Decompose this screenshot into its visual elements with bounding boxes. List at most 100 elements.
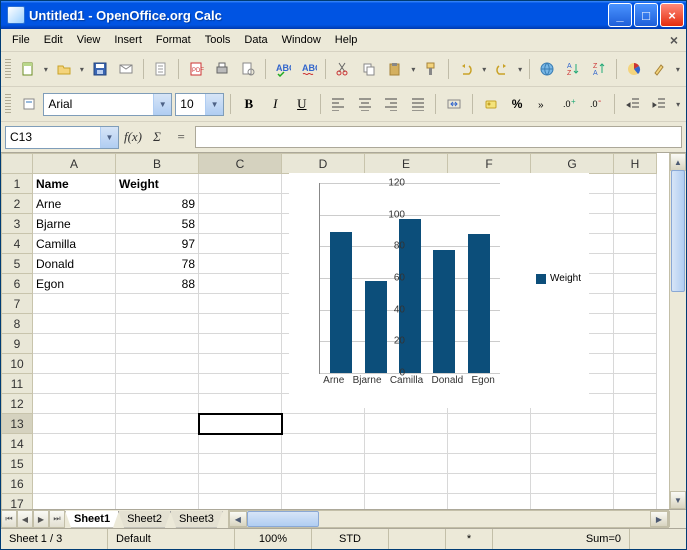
- increase-indent-button[interactable]: [648, 92, 671, 116]
- row-header-7[interactable]: 7: [2, 294, 33, 314]
- scroll-thumb-v[interactable]: [671, 170, 685, 292]
- cell[interactable]: [282, 454, 365, 474]
- cell[interactable]: [614, 394, 657, 414]
- row-header-5[interactable]: 5: [2, 254, 33, 274]
- row-header-2[interactable]: 2: [2, 194, 33, 214]
- cell[interactable]: [531, 454, 614, 474]
- cell[interactable]: [116, 314, 199, 334]
- more-dropdown[interactable]: ▾: [674, 65, 682, 74]
- row-header-8[interactable]: 8: [2, 314, 33, 334]
- italic-button[interactable]: I: [264, 92, 287, 116]
- cell[interactable]: [614, 374, 657, 394]
- function-wizard-button[interactable]: f(x): [123, 127, 143, 147]
- cell[interactable]: [116, 454, 199, 474]
- cell[interactable]: [199, 474, 282, 494]
- cell[interactable]: [116, 434, 199, 454]
- sort-asc-button[interactable]: AZ: [561, 57, 585, 81]
- currency-button[interactable]: [479, 92, 502, 116]
- cell[interactable]: [199, 254, 282, 274]
- cell[interactable]: 58: [116, 214, 199, 234]
- tab-sheet2[interactable]: Sheet2: [118, 511, 171, 528]
- col-header-B[interactable]: B: [116, 154, 199, 174]
- row-header-13[interactable]: 13: [2, 414, 33, 434]
- cell[interactable]: [199, 214, 282, 234]
- cell[interactable]: Weight: [116, 174, 199, 194]
- cell[interactable]: [199, 434, 282, 454]
- cell[interactable]: [199, 274, 282, 294]
- cell[interactable]: 78: [116, 254, 199, 274]
- toolbar-grip[interactable]: [5, 59, 11, 79]
- save-button[interactable]: [88, 57, 112, 81]
- font-name-combo[interactable]: Arial▼: [43, 93, 172, 116]
- cell[interactable]: [33, 374, 116, 394]
- cell[interactable]: [531, 434, 614, 454]
- cell[interactable]: [365, 474, 448, 494]
- name-box[interactable]: C13▼: [5, 126, 119, 149]
- cell[interactable]: [33, 354, 116, 374]
- cell[interactable]: Egon: [33, 274, 116, 294]
- cell[interactable]: [282, 434, 365, 454]
- cell[interactable]: [448, 474, 531, 494]
- menu-edit[interactable]: Edit: [37, 32, 70, 48]
- select-all-corner[interactable]: [2, 154, 33, 174]
- cell[interactable]: [614, 334, 657, 354]
- align-right-button[interactable]: [379, 92, 402, 116]
- cell[interactable]: [199, 314, 282, 334]
- cell[interactable]: 97: [116, 234, 199, 254]
- align-justify-button[interactable]: [406, 92, 429, 116]
- print-button[interactable]: [210, 57, 234, 81]
- bold-button[interactable]: B: [237, 92, 260, 116]
- row-header-14[interactable]: 14: [2, 434, 33, 454]
- cell[interactable]: [33, 334, 116, 354]
- open-dropdown[interactable]: ▾: [78, 65, 86, 74]
- cell[interactable]: Arne: [33, 194, 116, 214]
- menu-insert[interactable]: Insert: [107, 32, 149, 48]
- cell[interactable]: [614, 194, 657, 214]
- cell[interactable]: 88: [116, 274, 199, 294]
- cell[interactable]: [365, 414, 448, 434]
- cell[interactable]: [199, 354, 282, 374]
- menu-format[interactable]: Format: [149, 32, 198, 48]
- row-header-10[interactable]: 10: [2, 354, 33, 374]
- cell[interactable]: [531, 494, 614, 510]
- col-header-E[interactable]: E: [365, 154, 448, 174]
- autospell-button[interactable]: ABC: [297, 57, 321, 81]
- row-header-9[interactable]: 9: [2, 334, 33, 354]
- embedded-chart[interactable]: 020406080100120 ArneBjarneCamillaDonaldE…: [289, 173, 589, 408]
- row-header-3[interactable]: 3: [2, 214, 33, 234]
- cell[interactable]: [614, 234, 657, 254]
- cell[interactable]: [33, 494, 116, 510]
- cell[interactable]: [614, 434, 657, 454]
- tab-nav-last[interactable]: ⏭: [49, 510, 65, 528]
- cell[interactable]: [448, 494, 531, 510]
- close-button[interactable]: ×: [660, 3, 684, 27]
- hyperlink-button[interactable]: [535, 57, 559, 81]
- doc-close-button[interactable]: ×: [666, 32, 682, 48]
- format-paint-button[interactable]: [419, 57, 443, 81]
- sum-button[interactable]: Σ: [147, 127, 167, 147]
- percent-button[interactable]: %: [505, 92, 528, 116]
- equals-button[interactable]: =: [171, 127, 191, 147]
- cell[interactable]: [531, 414, 614, 434]
- standard-format-button[interactable]: »: [532, 92, 555, 116]
- toolbar-grip-2[interactable]: [5, 94, 11, 114]
- cell[interactable]: Bjarne: [33, 214, 116, 234]
- email-button[interactable]: [114, 57, 138, 81]
- scroll-down-button[interactable]: ▼: [670, 491, 686, 509]
- decrease-indent-button[interactable]: [621, 92, 644, 116]
- spellcheck-button[interactable]: ABC: [271, 57, 295, 81]
- chart-button[interactable]: [622, 57, 646, 81]
- cell[interactable]: [365, 494, 448, 510]
- col-header-G[interactable]: G: [531, 154, 614, 174]
- cell[interactable]: [448, 434, 531, 454]
- scroll-up-button[interactable]: ▲: [670, 153, 686, 171]
- tab-sheet1[interactable]: Sheet1: [65, 511, 119, 528]
- col-header-D[interactable]: D: [282, 154, 365, 174]
- cell[interactable]: [33, 414, 116, 434]
- maximize-button[interactable]: □: [634, 3, 658, 27]
- redo-button[interactable]: [490, 57, 514, 81]
- add-decimal-button[interactable]: .0+: [558, 92, 581, 116]
- cell[interactable]: [282, 414, 365, 434]
- cell[interactable]: [614, 354, 657, 374]
- scroll-left-button[interactable]: ◀: [229, 511, 247, 527]
